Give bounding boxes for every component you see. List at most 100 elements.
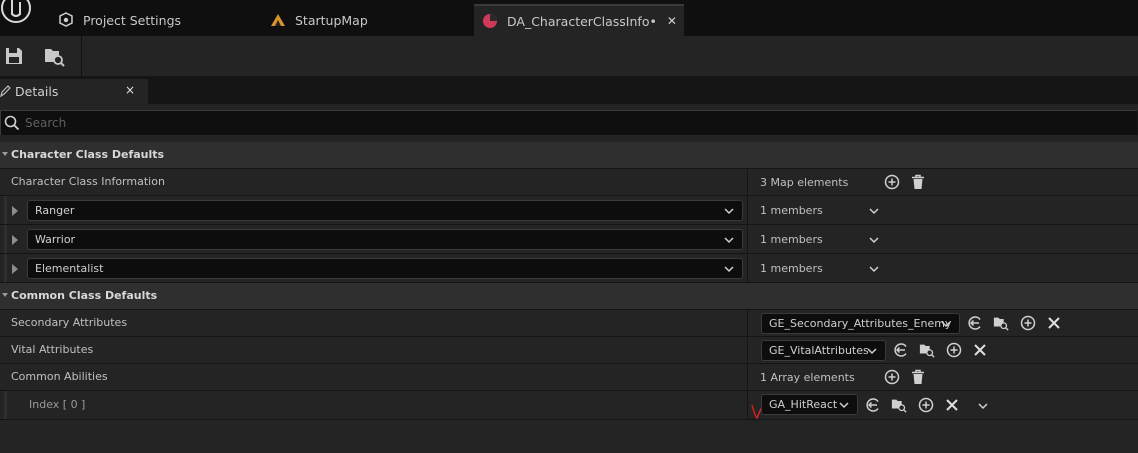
property-character-class-information: Character Class Information 3 Map elemen… (0, 169, 1138, 196)
gear-cube-icon (58, 12, 74, 28)
combo-value: Ranger (35, 204, 75, 217)
combo-value: GE_Secondary_Attributes_Enemy (769, 317, 952, 330)
browse-button[interactable] (993, 315, 1009, 331)
use-selected-button[interactable] (865, 397, 881, 413)
collapse-arrow-icon (2, 293, 8, 297)
category-title: Character Class Defaults (11, 148, 165, 161)
chevron-down-icon (724, 208, 734, 215)
members-count: 1 members (760, 204, 823, 217)
clear-button[interactable] (1046, 315, 1062, 331)
close-icon[interactable]: × (125, 83, 135, 97)
tab-project-settings[interactable]: Project Settings (58, 4, 258, 36)
column-divider[interactable] (747, 225, 748, 253)
search-box (0, 110, 1137, 136)
plus-circle-icon (946, 342, 962, 358)
chevron-down-icon[interactable] (869, 207, 879, 215)
add-button[interactable] (1020, 315, 1036, 331)
panel-tab-strip (0, 76, 1138, 104)
tab-label: Project Settings (83, 12, 182, 28)
use-selected-button[interactable] (893, 342, 909, 358)
details-panel-empty-area (0, 420, 1138, 453)
expand-arrow-icon[interactable] (12, 206, 18, 216)
members-count: 1 members (760, 262, 823, 275)
chevron-down-icon[interactable] (869, 265, 879, 273)
map-key-combo[interactable]: Elementalist (27, 258, 743, 279)
browse-button[interactable] (919, 342, 935, 358)
browse-button[interactable] (40, 42, 68, 70)
category-title: Common Class Defaults (11, 289, 158, 302)
remove-all-button[interactable] (910, 369, 926, 385)
map-count: 3 Map elements (760, 176, 849, 189)
class-picker-combo[interactable]: GE_Secondary_Attributes_Enemy (761, 313, 960, 334)
property-label: Common Abilities (11, 370, 108, 383)
indent-bar (4, 391, 7, 419)
plus-circle-icon (1020, 315, 1036, 331)
add-element-button[interactable] (884, 174, 900, 190)
column-divider[interactable] (747, 364, 748, 390)
tab-da-character-class-info[interactable]: DA_CharacterClassInfo• ✕ (474, 4, 684, 36)
remove-all-button[interactable] (910, 174, 926, 190)
search-icon (4, 115, 20, 131)
clear-button[interactable] (972, 342, 988, 358)
use-selected-arrow-icon (866, 398, 879, 412)
property-label: Vital Attributes (11, 343, 94, 356)
members-count: 1 members (760, 233, 823, 246)
collapse-arrow-icon (2, 152, 8, 156)
plus-circle-icon (918, 397, 934, 413)
expand-arrow-icon[interactable] (12, 264, 18, 274)
chevron-down-icon (724, 266, 734, 273)
level-map-icon (270, 12, 286, 28)
chevron-down-icon[interactable] (869, 236, 879, 244)
clear-x-icon (974, 344, 986, 356)
property-vital-attributes: Vital Attributes GE_VitalAttributes (0, 337, 1138, 364)
property-label: Secondary Attributes (11, 316, 128, 329)
data-asset-icon (482, 13, 498, 29)
column-divider[interactable] (747, 254, 748, 282)
column-divider[interactable] (747, 169, 748, 195)
use-selected-button[interactable] (967, 315, 983, 331)
chevron-down-icon (867, 348, 877, 355)
combo-value: Warrior (35, 233, 76, 246)
indent-bar (4, 254, 7, 282)
plus-circle-icon (884, 369, 900, 385)
chevron-down-icon (839, 402, 849, 409)
clear-x-icon (946, 399, 958, 411)
search-input[interactable] (25, 111, 1125, 135)
category-common-class-defaults[interactable]: Common Class Defaults (0, 283, 1138, 310)
indent-bar (4, 225, 7, 253)
clear-button[interactable] (944, 397, 960, 413)
property-label: Character Class Information (11, 175, 165, 188)
add-element-button[interactable] (884, 369, 900, 385)
tab-startup-map[interactable]: StartupMap (270, 4, 470, 36)
column-divider[interactable] (747, 310, 748, 336)
tab-label: StartupMap (295, 12, 368, 28)
expand-arrow-icon[interactable] (12, 235, 18, 245)
add-button[interactable] (946, 342, 962, 358)
add-button[interactable] (918, 397, 934, 413)
close-icon[interactable]: ✕ (667, 14, 677, 28)
details-panel-tab[interactable]: Details × (0, 79, 148, 104)
property-secondary-attributes: Secondary Attributes GE_Secondary_Attrib… (0, 310, 1138, 337)
pencil-icon (0, 85, 11, 98)
map-entry-row: Ranger 1 members (0, 196, 1138, 225)
category-character-class-defaults[interactable]: Character Class Defaults (0, 142, 1138, 169)
unreal-logo-icon[interactable] (0, 0, 34, 30)
map-entry-row: Elementalist 1 members (0, 254, 1138, 283)
combo-value: Elementalist (35, 262, 104, 275)
class-picker-combo[interactable]: GA_HitReact (761, 394, 858, 415)
map-entry-row: Warrior 1 members (0, 225, 1138, 254)
chevron-down-icon[interactable] (978, 402, 988, 410)
map-key-combo[interactable]: Warrior (27, 229, 743, 250)
trash-icon (912, 369, 924, 384)
map-key-combo[interactable]: Ranger (27, 200, 743, 221)
browse-button[interactable] (891, 397, 907, 413)
save-button[interactable] (0, 42, 28, 70)
column-divider[interactable] (747, 391, 748, 419)
plus-circle-icon (884, 174, 900, 190)
array-count: 1 Array elements (760, 371, 855, 384)
class-picker-combo[interactable]: GE_VitalAttributes (761, 340, 886, 361)
column-divider[interactable] (747, 196, 748, 224)
column-divider[interactable] (747, 337, 748, 363)
trash-icon (912, 174, 924, 189)
details-title: Details (15, 84, 59, 99)
